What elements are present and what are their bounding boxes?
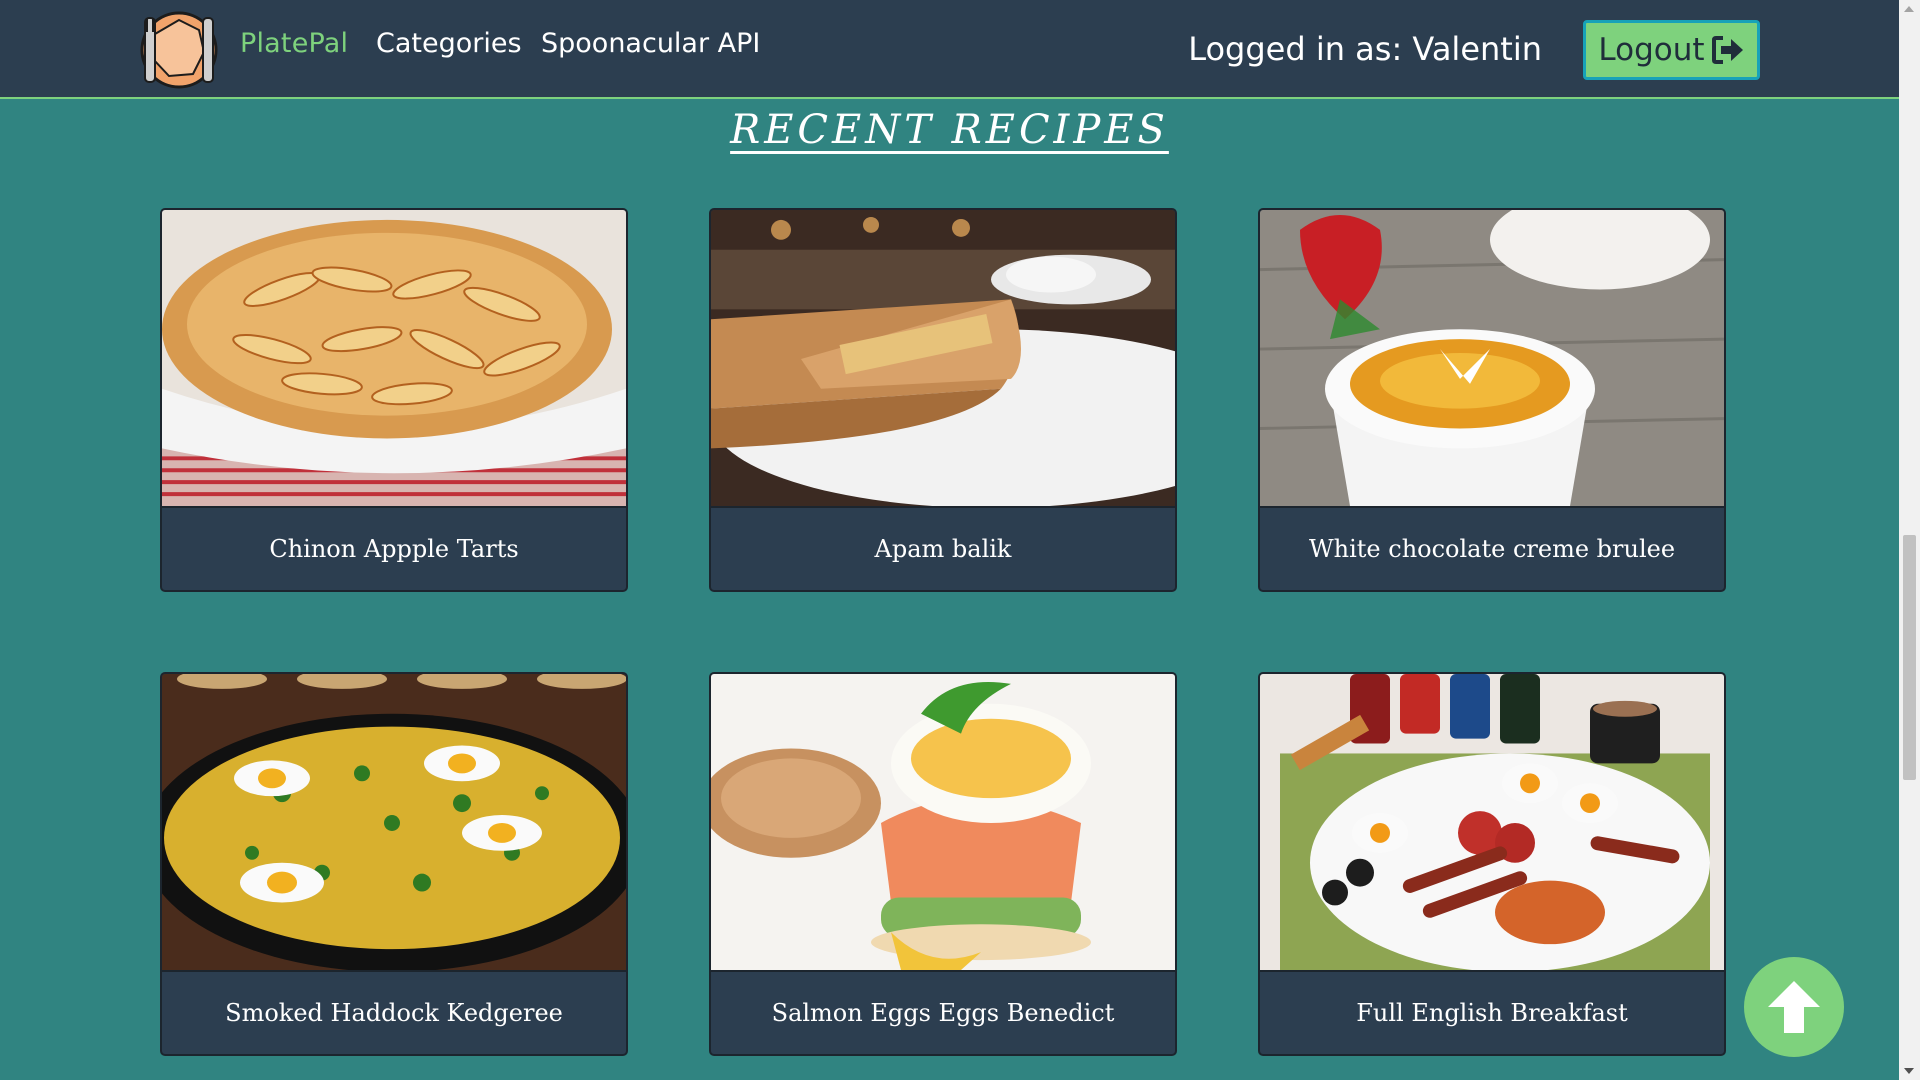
recipe-image-apple-tart[interactable] [162,210,626,508]
recipe-card[interactable]: Salmon Eggs Eggs Benedict [709,672,1177,1056]
nav-link-categories[interactable]: Categories [376,28,522,59]
recipe-image-apam-balik[interactable] [711,210,1175,508]
brand-link[interactable]: PlatePal [240,28,348,59]
recipe-card[interactable]: Full English Breakfast [1258,672,1726,1056]
recipe-title[interactable]: Full English Breakfast [1260,972,1724,1054]
recipe-image-kedgeree[interactable] [162,674,626,972]
scrollbar-thumb[interactable] [1903,535,1916,780]
recipe-image-eggs-benedict[interactable] [711,674,1175,972]
nav-link-spoonacular-api[interactable]: Spoonacular API [541,28,760,59]
recipe-card[interactable]: Smoked Haddock Kedgeree [160,672,628,1056]
scroll-up-arrow-icon[interactable] [1904,6,1914,12]
recipe-card[interactable]: White chocolate creme brulee [1258,208,1726,592]
recipe-title[interactable]: Smoked Haddock Kedgeree [162,972,626,1054]
page-scrollbar[interactable] [1899,0,1920,1080]
recipe-title[interactable]: Apam balik [711,508,1175,590]
recipe-card[interactable]: Apam balik [709,208,1177,592]
recipe-title[interactable]: White chocolate creme brulee [1260,508,1724,590]
logout-button[interactable]: Logout [1583,20,1760,80]
navbar: PlatePal Categories Spoonacular API Logg… [0,0,1899,99]
arrow-up-icon [1768,981,1820,1033]
recipe-title[interactable]: Chinon Appple Tarts [162,508,626,590]
recipe-card[interactable]: Chinon Appple Tarts [160,208,628,592]
recipe-title[interactable]: Salmon Eggs Eggs Benedict [711,972,1175,1054]
scroll-to-top-button[interactable] [1744,957,1844,1057]
scroll-down-arrow-icon[interactable] [1904,1068,1914,1074]
logged-in-user-label: Logged in as: Valentin [1188,30,1542,68]
page-title: RECENT RECIPES [730,107,1169,153]
platepal-logo[interactable] [137,10,221,90]
logout-label: Logout [1598,32,1705,68]
recipe-image-creme-brulee[interactable] [1260,210,1724,508]
sign-out-icon [1711,36,1743,64]
recipe-image-full-english[interactable] [1260,674,1724,972]
